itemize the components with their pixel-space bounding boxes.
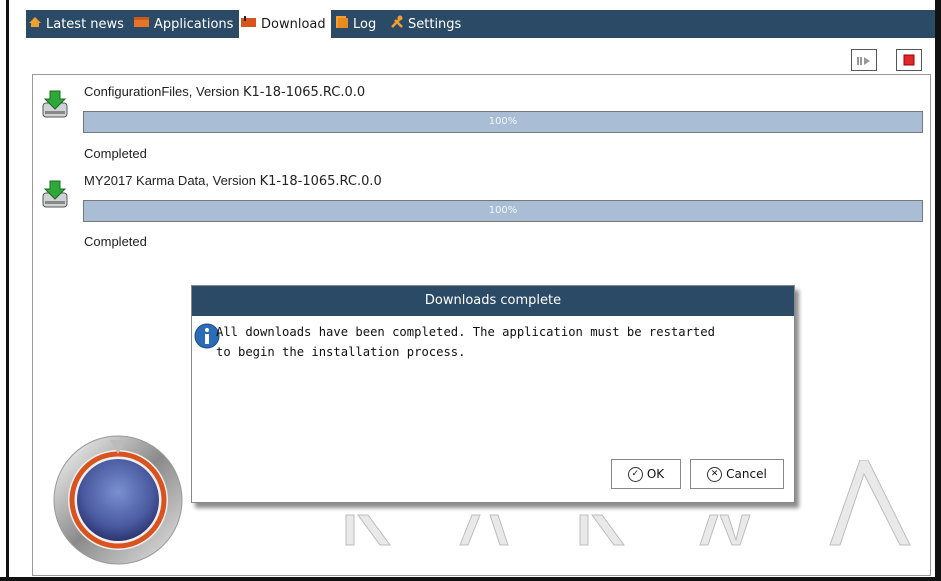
resume-icon	[856, 51, 872, 70]
item-name-text: MY2017 Karma Data, Version	[84, 173, 256, 188]
item-version: K1-18-1065.RC.0.0	[242, 85, 366, 100]
applications-icon	[134, 16, 150, 32]
toolbar	[26, 38, 935, 74]
dialog-title: Downloads complete	[192, 286, 794, 316]
tab-applications[interactable]: Applications	[134, 10, 238, 38]
dialog-message-line: to begin the installation process.	[216, 345, 466, 359]
cancel-button[interactable]: ✕ Cancel	[690, 459, 784, 489]
stop-icon	[903, 51, 915, 70]
window-left-border	[0, 0, 10, 581]
download-item-name: ConfigurationFiles, Version K1-18-1065.R…	[84, 84, 365, 100]
tab-latest-news[interactable]: Latest news	[28, 10, 130, 38]
ok-button[interactable]: ✓ OK	[611, 459, 681, 489]
tab-label: Applications	[154, 16, 234, 32]
brand-knob-logo	[50, 428, 186, 570]
settings-icon	[390, 15, 404, 33]
check-icon: ✓	[627, 466, 643, 482]
log-icon	[335, 15, 349, 33]
download-status: Completed	[84, 146, 147, 161]
tab-log[interactable]: Log	[335, 10, 385, 38]
downloads-complete-dialog: Downloads complete All downloads have be…	[191, 285, 795, 503]
progress-bar: 100%	[83, 111, 923, 133]
tab-settings[interactable]: Settings	[390, 10, 470, 38]
stop-button[interactable]	[896, 49, 922, 71]
window-right-border	[935, 0, 941, 581]
item-name-text: ConfigurationFiles, Version	[84, 84, 240, 99]
tab-label: Download	[261, 16, 326, 32]
download-status: Completed	[84, 234, 147, 249]
window-bottom-border	[0, 577, 941, 581]
progress-text: 100%	[488, 116, 518, 127]
progress-text: 100%	[488, 205, 518, 216]
tab-download[interactable]: Download	[239, 10, 331, 38]
ok-label: OK	[646, 467, 665, 481]
item-version: K1-18-1065.RC.0.0	[259, 174, 382, 189]
home-icon	[28, 16, 42, 32]
resume-button[interactable]	[851, 49, 877, 71]
tab-label: Latest news	[46, 16, 124, 32]
tab-label: Log	[353, 16, 377, 32]
tab-bar: Latest news Applications Download Log Se…	[26, 10, 935, 38]
download-icon	[241, 16, 257, 32]
dialog-message-line: All downloads have been completed. The a…	[216, 325, 715, 339]
progress-bar: 100%	[83, 200, 923, 222]
app-window: Latest news Applications Download Log Se…	[0, 0, 941, 581]
download-item-name: MY2017 Karma Data, Version K1-18-1065.RC…	[84, 173, 382, 189]
dialog-message: All downloads have been completed. The a…	[216, 322, 786, 362]
close-icon: ✕	[707, 466, 723, 482]
download-disk-icon	[41, 179, 69, 209]
tab-label: Settings	[408, 16, 462, 32]
download-disk-icon	[41, 89, 69, 119]
cancel-label: Cancel	[726, 467, 767, 481]
